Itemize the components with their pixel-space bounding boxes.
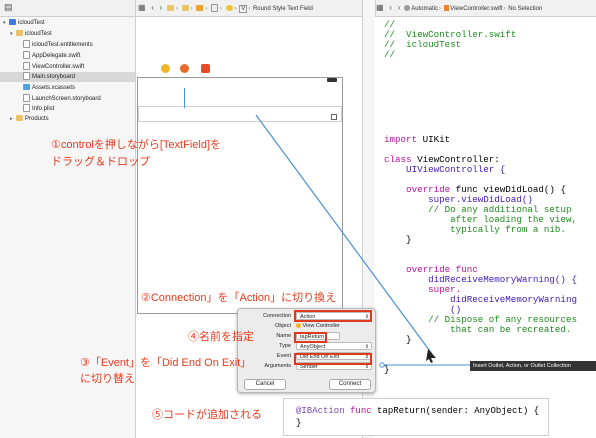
connection-label: Connection (263, 313, 291, 319)
added-code-line-1: @IBAction func tapReturn(sender: AnyObje… (296, 406, 539, 416)
step2-annotation: ②Connection」を「Action」に切り換え (141, 292, 337, 304)
insertion-point-icon (379, 362, 385, 368)
connect-button[interactable]: Connect (329, 379, 371, 390)
name-highlight (294, 332, 327, 343)
type-value: AnyObject (300, 344, 326, 350)
object-value: View Controller (302, 323, 340, 329)
insert-tooltip: Insert Outlet, Action, or Outlet Collect… (470, 361, 596, 371)
object-value-row: View Controller (296, 322, 340, 330)
added-code-box: @IBAction func tapReturn(sender: AnyObje… (283, 398, 549, 436)
action-signature: tapReturn(sender: AnyObject) { (377, 406, 540, 416)
event-label: Event (276, 353, 291, 359)
step3-annotation-line1: ③「Event」を「Did End On Exit」 (80, 357, 252, 369)
connection-highlight (294, 310, 372, 322)
name-label: Name (276, 333, 291, 339)
cursor-arrow-icon (426, 349, 436, 363)
step5-annotation: ⑤コードが追加される (152, 409, 262, 421)
func-keyword: func (350, 406, 372, 416)
step1-annotation-line2: ドラッグ＆ドロップ (51, 156, 150, 168)
step1-annotation-line1: ①controlを押しながら[TextField]を (51, 139, 222, 151)
event-highlight (294, 353, 372, 365)
type-select[interactable]: AnyObject ⇕ (296, 342, 372, 350)
ibaction-attribute: @IBAction (296, 406, 345, 416)
stepper-icon: ⇕ (364, 344, 369, 350)
step3-annotation-line2: に切り替え (80, 373, 135, 385)
cancel-button[interactable]: Cancel (244, 379, 286, 390)
added-code-line-2: } (296, 418, 302, 428)
object-label: Object (275, 323, 291, 329)
type-label: Type (279, 343, 291, 349)
step4-annotation: ④名前を指定 (188, 331, 254, 343)
view-controller-icon (296, 323, 301, 329)
arguments-label: Arguments (264, 363, 291, 369)
